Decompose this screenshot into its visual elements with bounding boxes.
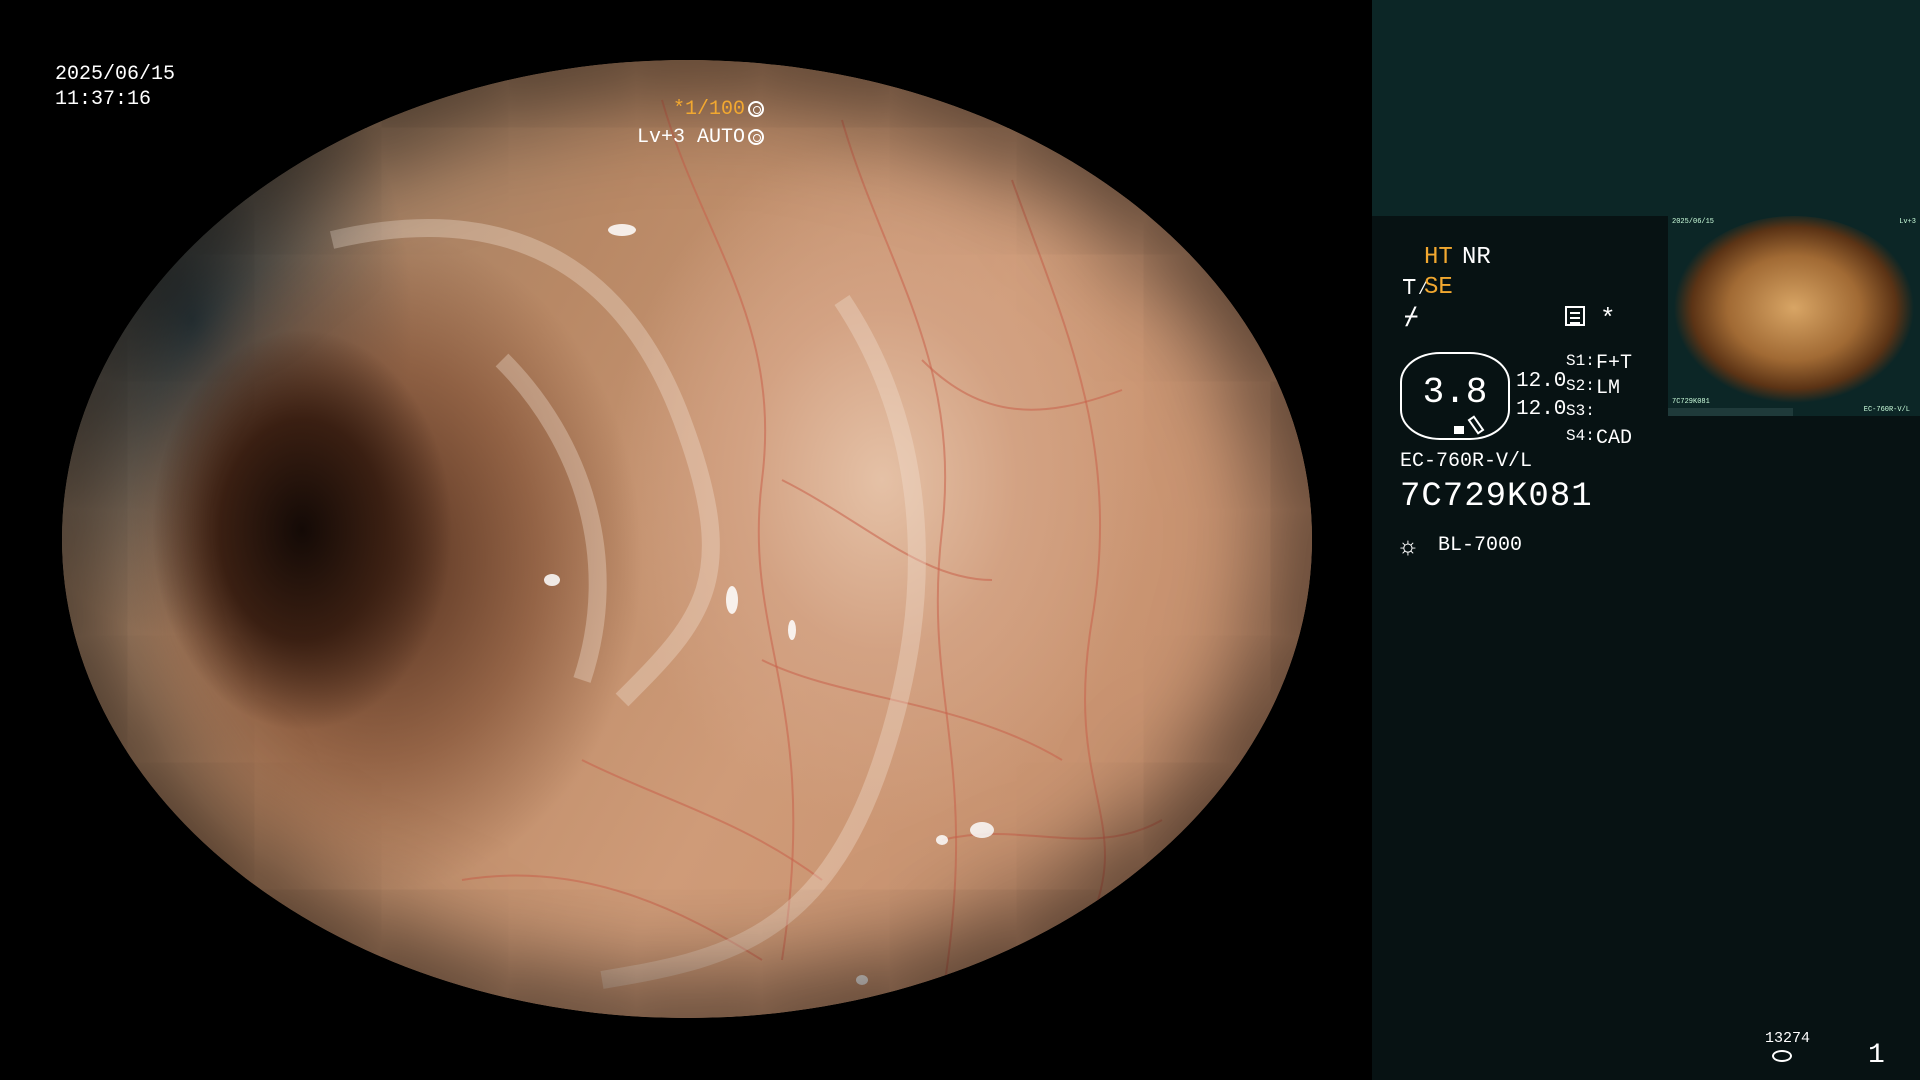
- thumbnail-bar: [1668, 408, 1793, 416]
- disk-icon: [1772, 1050, 1792, 1062]
- thumbnail-date: 2025/06/15: [1672, 218, 1715, 226]
- scope-value: 3.8: [1422, 372, 1488, 413]
- value-1: 12.0: [1516, 370, 1567, 393]
- ht-indicator: HT: [1424, 244, 1453, 271]
- scope-mark-icon: [1454, 426, 1464, 434]
- thumbnail-level: Lv+3: [1899, 218, 1916, 226]
- switch-1-label: S1:: [1566, 352, 1595, 370]
- switch-3-label: S3:: [1566, 402, 1595, 420]
- shutter-indicator: *1/100: [673, 98, 764, 122]
- vessel-pattern: [329, 99, 1163, 1001]
- scope-badge: 3.8: [1400, 352, 1510, 440]
- asterisk-indicator: *: [1600, 304, 1616, 334]
- value-2: 12.0: [1516, 398, 1567, 421]
- light-source-icon: ☼: [1400, 532, 1416, 562]
- image-counter: 13274: [1765, 1030, 1811, 1047]
- light-source: BL-7000: [1438, 534, 1523, 557]
- scope-model: EC-760R-V/L: [1400, 450, 1533, 473]
- status-panel: HT NR ⊤∕ SE ⌿ * 3.8 12.0 12.0 S1: F+T S2…: [1372, 0, 1920, 1080]
- thumbnail-preview[interactable]: 2025/06/15 Lv+3 7C729K081 EC-760R-V/L: [1668, 216, 1920, 416]
- switch-4-label: S4:: [1566, 427, 1595, 445]
- switch-1-value: F+T: [1596, 352, 1633, 375]
- thumbnail-serial: 7C729K081: [1672, 398, 1710, 406]
- memory-icon: [1565, 306, 1585, 326]
- date-label: 2025/06/15: [55, 63, 176, 86]
- scope-tip-icon: [1467, 415, 1485, 435]
- switch-2-value: LM: [1596, 377, 1621, 400]
- exposure-level: Lv+3 AUTO: [636, 126, 745, 149]
- se-indicator: SE: [1424, 274, 1453, 301]
- switch-2-label: S2:: [1566, 377, 1595, 395]
- auto-exposure-icon: [748, 129, 764, 145]
- shutter-speed: *1/100: [672, 98, 745, 121]
- thumbnail-image: [1668, 216, 1920, 416]
- status-panel-header: [1372, 0, 1920, 216]
- aperture-icon: [748, 101, 764, 117]
- time-label: 11:37:16: [55, 88, 152, 111]
- endoscope-image: [62, 60, 1312, 1018]
- exposure-indicator: Lv+3 AUTO: [637, 126, 764, 150]
- freeze-icon: ⌿: [1404, 305, 1419, 332]
- scope-serial: 7C729K081: [1400, 478, 1593, 516]
- nr-indicator: NR: [1462, 244, 1491, 271]
- thumbnail-model: EC-760R-V/L: [1863, 406, 1910, 414]
- endoscope-display: 2025/06/15 11:37:16 *1/100 Lv+3 AUTO: [0, 0, 1372, 1080]
- switch-4-value: CAD: [1596, 427, 1633, 450]
- page-number: 1: [1868, 1040, 1885, 1071]
